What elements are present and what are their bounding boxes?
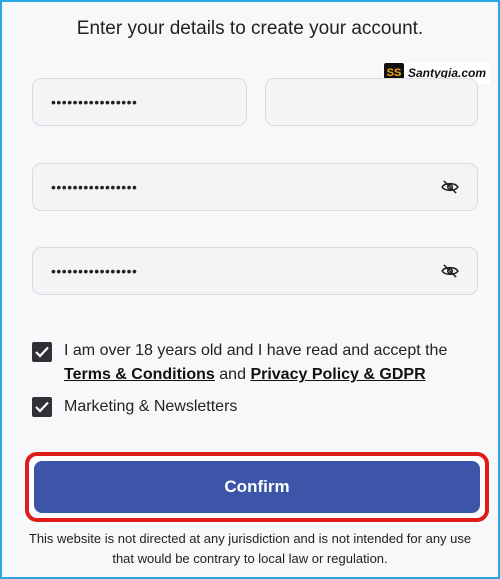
consent-label: I am over 18 years old and I have read a… <box>64 339 447 387</box>
terms-link[interactable]: Terms & Conditions <box>64 366 215 383</box>
disclaimer-text: This website is not directed at any juri… <box>28 531 472 566</box>
consent-and-text: and <box>219 366 246 383</box>
check-icon <box>35 346 49 358</box>
confirm-highlight: Confirm <box>25 452 489 522</box>
password-value: •••••••••••••••• <box>51 179 138 195</box>
signup-form-panel: Enter your details to create your accoun… <box>0 0 500 579</box>
password-field[interactable]: •••••••••••••••• <box>32 163 478 211</box>
confirm-password-field[interactable]: •••••••••••••••• <box>32 247 478 295</box>
eye-slash-icon[interactable] <box>441 264 459 278</box>
second-input-field[interactable] <box>265 78 478 126</box>
marketing-row: Marketing & Newsletters <box>32 395 237 419</box>
first-input-value: •••••••••••••••• <box>51 94 138 110</box>
eye-slash-icon[interactable] <box>441 180 459 194</box>
marketing-label: Marketing & Newsletters <box>64 398 238 415</box>
confirm-password-value: •••••••••••••••• <box>51 263 138 279</box>
confirm-button[interactable]: Confirm <box>34 461 480 513</box>
form-heading: Enter your details to create your accoun… <box>76 18 424 39</box>
privacy-link[interactable]: Privacy Policy & GDPR <box>250 366 425 383</box>
consent-text: I am over 18 years old and I have read a… <box>64 342 448 359</box>
marketing-checkbox[interactable] <box>32 397 52 417</box>
consent-row: I am over 18 years old and I have read a… <box>32 339 447 387</box>
first-input-field[interactable]: •••••••••••••••• <box>32 78 247 126</box>
consent-checkbox[interactable] <box>32 342 52 362</box>
check-icon <box>35 401 49 413</box>
